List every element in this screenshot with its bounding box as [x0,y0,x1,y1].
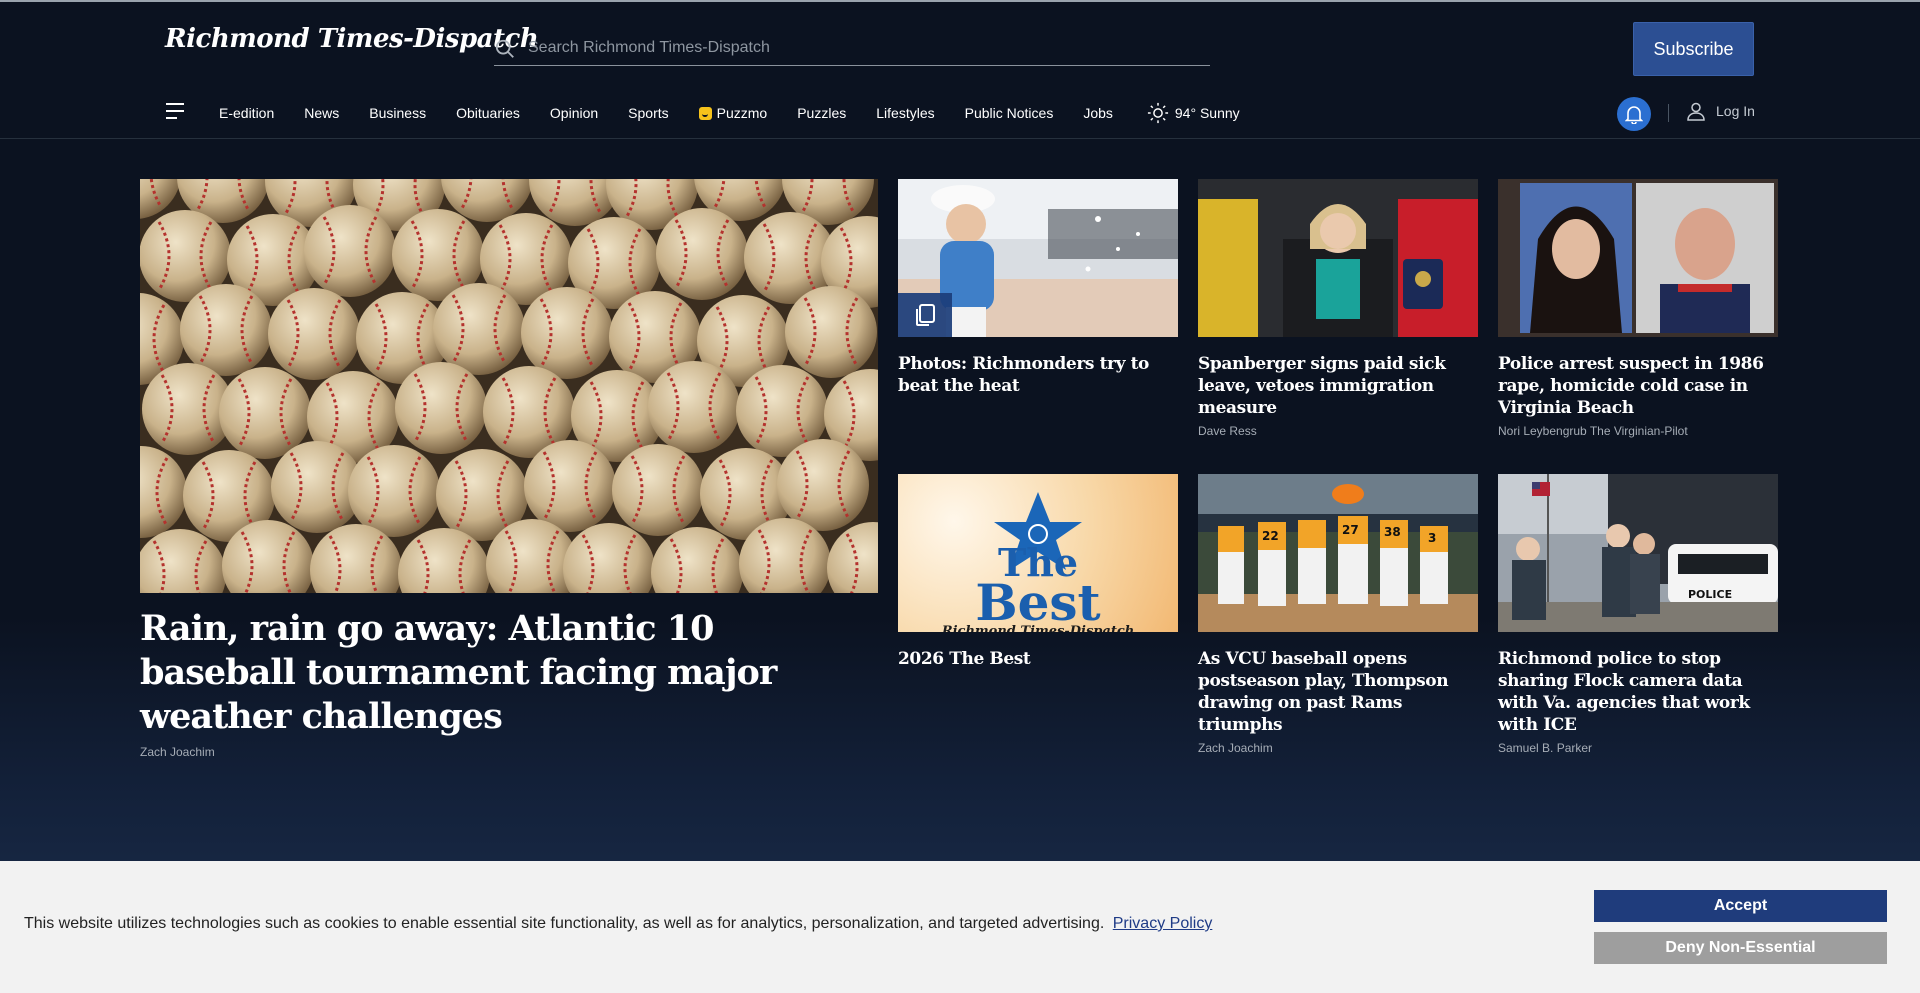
story-byline[interactable]: Zach Joachim [1198,741,1478,755]
svg-text:22: 22 [1262,529,1279,543]
story-image-the-best-promo[interactable]: The Best Richmond Times-Dispatch [898,474,1178,632]
svg-text:38: 38 [1384,525,1401,539]
nav-item-news[interactable]: News [304,105,339,121]
promo-line2: Best [975,573,1101,632]
site-logo[interactable]: Richmond Times-Dispatch [165,24,539,54]
feature-story[interactable]: Rain, rain go away: Atlantic 10 baseball… [140,179,878,759]
nav-item-e-edition[interactable]: E-edition [219,105,274,121]
story-image-spanberger[interactable] [1198,179,1478,337]
nav-item-puzzmo-label: Puzzmo [716,105,768,121]
story-card[interactable]: 22 27 38 3 As VCU baseball opens postseason… [1198,474,1478,755]
user-icon [1687,102,1705,121]
svg-text:3: 3 [1428,531,1436,545]
cookie-text-block: This website utilizes technologies such … [24,915,1212,933]
nav-item-obituaries[interactable]: Obituaries [456,105,520,121]
story-byline[interactable]: Nori Leybengrub The Virginian-Pilot [1498,424,1778,438]
main-nav: E-edition News Business Obituaries Opini… [0,90,1920,136]
site-header: Richmond Times-Dispatch Subscribe E-edit… [0,2,1920,139]
notifications-button[interactable] [1617,97,1651,131]
story-headline[interactable]: Police arrest suspect in 1986 rape, homi… [1498,353,1778,419]
story-headline[interactable]: 2026 The Best [898,648,1178,670]
story-image-mugshots[interactable] [1498,179,1778,337]
nav-item-business[interactable]: Business [369,105,426,121]
nav-item-opinion[interactable]: Opinion [550,105,598,121]
sun-icon [1147,102,1168,124]
story-card[interactable]: Photos: Richmonders try to beat the heat [898,179,1178,397]
story-headline[interactable]: Photos: Richmonders try to beat the heat [898,353,1178,397]
cookie-banner: This website utilizes technologies such … [0,861,1920,993]
story-image-heat-photos[interactable] [898,179,1178,337]
deny-non-essential-button[interactable]: Deny Non-Essential [1594,932,1887,964]
nav-item-lifestyles[interactable]: Lifestyles [876,105,934,121]
story-byline[interactable]: Dave Ress [1198,424,1478,438]
weather-widget[interactable]: 94° Sunny [1147,102,1240,124]
login-link[interactable]: Log In [1686,101,1755,121]
weather-text: 94° Sunny [1174,105,1240,121]
login-label: Log In [1716,103,1755,119]
search-icon[interactable] [494,38,516,60]
feature-image-baseballs[interactable] [140,179,878,593]
story-card[interactable]: The Best Richmond Times-Dispatch 2026 Th… [898,474,1178,670]
hamburger-menu-icon[interactable] [165,102,185,120]
story-image-richmond-police[interactable]: POLICE [1498,474,1778,632]
story-headline[interactable]: As VCU baseball opens postseason play, T… [1198,648,1478,736]
nav-item-puzzmo[interactable]: Puzzmo [698,105,768,121]
nav-item-public-notices[interactable]: Public Notices [965,105,1054,121]
photo-gallery-icon [916,304,935,326]
nav-items: E-edition News Business Obituaries Opini… [219,90,1240,136]
search-bar[interactable] [494,30,1210,66]
feature-headline[interactable]: Rain, rain go away: Atlantic 10 baseball… [140,607,878,739]
feature-byline[interactable]: Zach Joachim [140,745,878,759]
accept-cookies-button[interactable]: Accept [1594,890,1887,922]
privacy-policy-link[interactable]: Privacy Policy [1113,915,1213,932]
story-headline[interactable]: Spanberger signs paid sick leave, vetoes… [1198,353,1478,419]
svg-text:27: 27 [1342,523,1359,537]
search-input[interactable] [528,36,1198,60]
nav-item-sports[interactable]: Sports [628,105,668,121]
story-headline[interactable]: Richmond police to stop sharing Flock ca… [1498,648,1778,736]
puzzmo-icon [698,106,712,120]
story-card[interactable]: POLICE Richmond police to stop sharing F… [1498,474,1778,755]
story-byline[interactable]: Samuel B. Parker [1498,741,1778,755]
story-card[interactable]: Police arrest suspect in 1986 rape, homi… [1498,179,1778,438]
promo-masthead: Richmond Times-Dispatch [941,624,1135,632]
cookie-message: This website utilizes technologies such … [24,915,1105,932]
story-card[interactable]: Spanberger signs paid sick leave, vetoes… [1198,179,1478,438]
nav-item-jobs[interactable]: Jobs [1083,105,1113,121]
bell-icon [1625,106,1643,124]
nav-item-puzzles[interactable]: Puzzles [797,105,846,121]
story-image-vcu-baseball[interactable]: 22 27 38 3 [1198,474,1478,632]
nav-divider [1668,104,1669,122]
gallery-badge [898,293,952,337]
subscribe-button[interactable]: Subscribe [1633,22,1754,76]
svg-text:POLICE: POLICE [1688,588,1732,601]
